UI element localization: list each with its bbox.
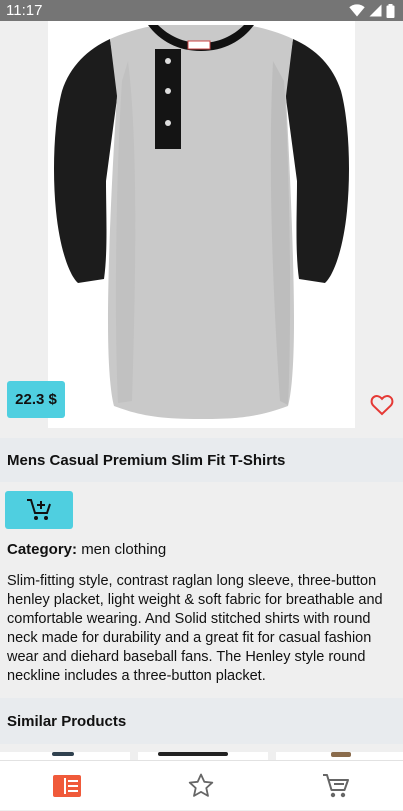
status-time: 11:17 [6, 2, 43, 19]
bottom-navigation [0, 760, 403, 810]
heart-outline-icon [370, 395, 394, 416]
price-badge: 22.3 $ [7, 381, 65, 418]
similar-product-card[interactable] [276, 752, 403, 760]
product-image [48, 21, 355, 428]
wifi-icon [349, 4, 365, 17]
nav-catalog[interactable] [37, 761, 97, 811]
nav-cart[interactable] [306, 761, 366, 811]
shirt-illustration [54, 25, 349, 419]
signal-icon [369, 4, 382, 17]
product-title: Mens Casual Premium Slim Fit T-Shirts [7, 451, 286, 469]
nav-favorites[interactable] [171, 761, 231, 811]
status-bar: 11:17 [0, 0, 403, 21]
cart-plus-icon [27, 499, 51, 520]
similar-product-card[interactable] [138, 752, 268, 760]
battery-icon [386, 3, 395, 18]
similar-product-card[interactable] [0, 752, 130, 760]
product-description: Slim-fitting style, contrast raglan long… [7, 573, 383, 684]
add-to-cart-button[interactable] [5, 491, 73, 529]
similar-products-title: Similar Products [7, 712, 127, 730]
similar-products-list[interactable] [0, 744, 403, 760]
product-hero: 22.3 $ [0, 21, 403, 438]
category-value: men clothing [81, 541, 167, 558]
product-category: Category: men clothing [7, 541, 166, 558]
similar-products-header: Similar Products [0, 698, 403, 744]
product-title-bar: Mens Casual Premium Slim Fit T-Shirts [0, 438, 403, 482]
star-outline-icon [189, 773, 214, 797]
catalog-icon [53, 774, 82, 797]
price-value: 22.3 $ [15, 391, 57, 408]
category-label: Category: [7, 541, 78, 558]
status-icons [349, 3, 395, 18]
favorite-button[interactable] [368, 391, 396, 419]
cart-icon [322, 773, 349, 797]
